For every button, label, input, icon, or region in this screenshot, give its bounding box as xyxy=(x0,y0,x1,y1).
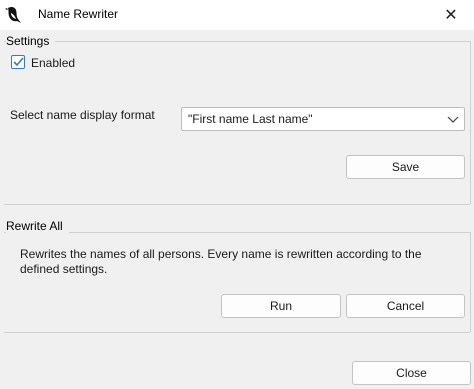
rewrite-all-group-label: Rewrite All xyxy=(6,219,69,233)
rewrite-group-border-bottom xyxy=(4,332,470,333)
chevron-down-icon xyxy=(447,116,459,123)
rewrite-description: Rewrites the names of all persons. Every… xyxy=(20,247,460,277)
format-select-label: Select name display format xyxy=(10,108,155,122)
enabled-label[interactable]: Enabled xyxy=(31,56,75,70)
checkmark-icon xyxy=(12,57,24,67)
magpie-bird-icon xyxy=(5,6,21,23)
rewrite-description-line: defined settings. xyxy=(20,262,108,276)
settings-group-border-top xyxy=(4,41,470,42)
save-button[interactable]: Save xyxy=(346,155,465,179)
window-title: Name Rewriter xyxy=(38,7,119,21)
settings-group-border-bottom xyxy=(4,204,470,205)
window-close-icon[interactable]: ✕ xyxy=(428,0,474,30)
run-button[interactable]: Run xyxy=(221,294,341,318)
name-format-dropdown[interactable]: "First name Last name" xyxy=(181,107,465,131)
rewrite-description-line: Rewrites the names of all persons. Every… xyxy=(20,247,422,261)
close-button[interactable]: Close xyxy=(352,361,471,385)
name-format-selected-value: "First name Last name" xyxy=(188,112,313,126)
settings-group-label: Settings xyxy=(6,34,56,48)
enabled-checkbox[interactable] xyxy=(11,55,25,69)
rewrite-group-border-right xyxy=(470,232,471,332)
settings-group-border-right xyxy=(470,41,471,204)
title-bar: Name Rewriter ✕ xyxy=(0,0,474,30)
cancel-button[interactable]: Cancel xyxy=(346,294,465,318)
rewrite-group-border-top xyxy=(4,232,470,233)
